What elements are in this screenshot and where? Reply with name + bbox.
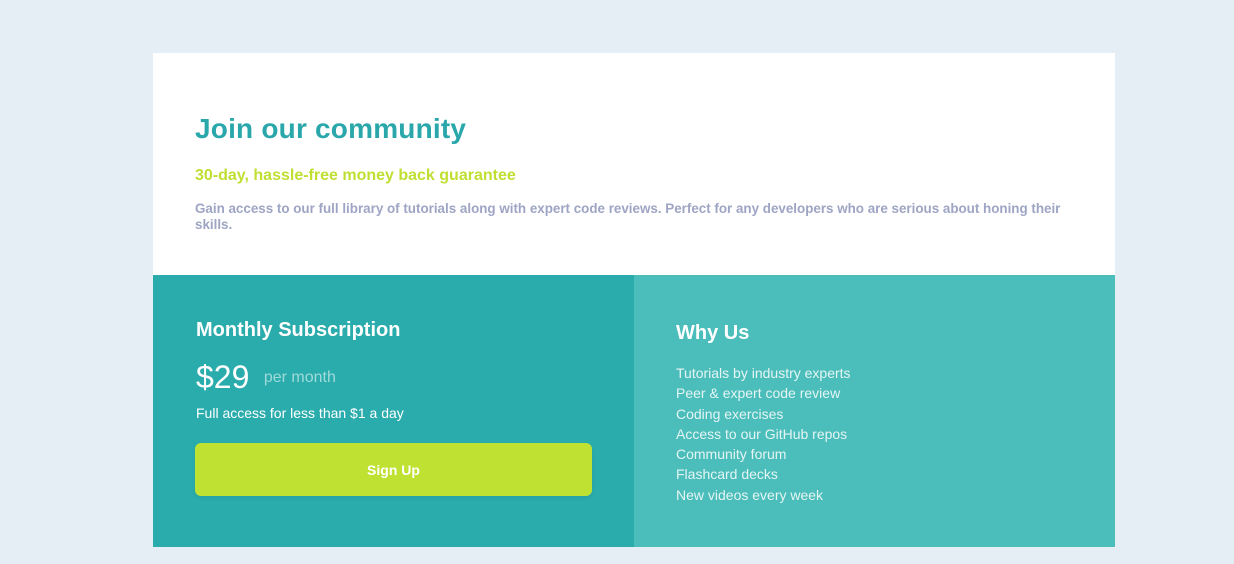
- price-row: $29 per month: [196, 359, 336, 399]
- list-item: New videos every week: [676, 486, 824, 503]
- list-item: Tutorials by industry experts: [676, 365, 851, 381]
- list-item: Community forum: [676, 446, 787, 463]
- pricing-card: Join our community 30-day, hassle-free m…: [153, 53, 1115, 547]
- guarantee-text: 30-day, hassle-free money back guarantee: [195, 167, 516, 184]
- page-title: Join our community: [195, 113, 467, 144]
- feature-list: Tutorials by industry experts Peer & exp…: [676, 363, 851, 505]
- why-us-panel: Why Us Tutorials by industry experts Pee…: [634, 275, 1115, 547]
- list-item: Access to our GitHub repos: [676, 425, 848, 442]
- access-note: Full access for less than $1 a day: [196, 405, 404, 421]
- subscription-panel: Monthly Subscription $29 per month Full …: [153, 275, 634, 547]
- subscription-heading: Monthly Subscription: [196, 319, 401, 341]
- list-item: Flashcard decks: [676, 466, 778, 483]
- list-item: Peer & expert code review: [676, 385, 841, 402]
- sign-up-button[interactable]: Sign Up: [195, 443, 592, 496]
- community-section: Join our community 30-day, hassle-free m…: [153, 53, 1115, 275]
- list-item: Coding exercises: [676, 405, 784, 422]
- description-text: Gain access to our full library of tutor…: [195, 201, 1061, 232]
- why-us-heading: Why Us: [676, 322, 750, 344]
- price-period: per month: [263, 368, 336, 386]
- price-amount: $29: [196, 359, 250, 395]
